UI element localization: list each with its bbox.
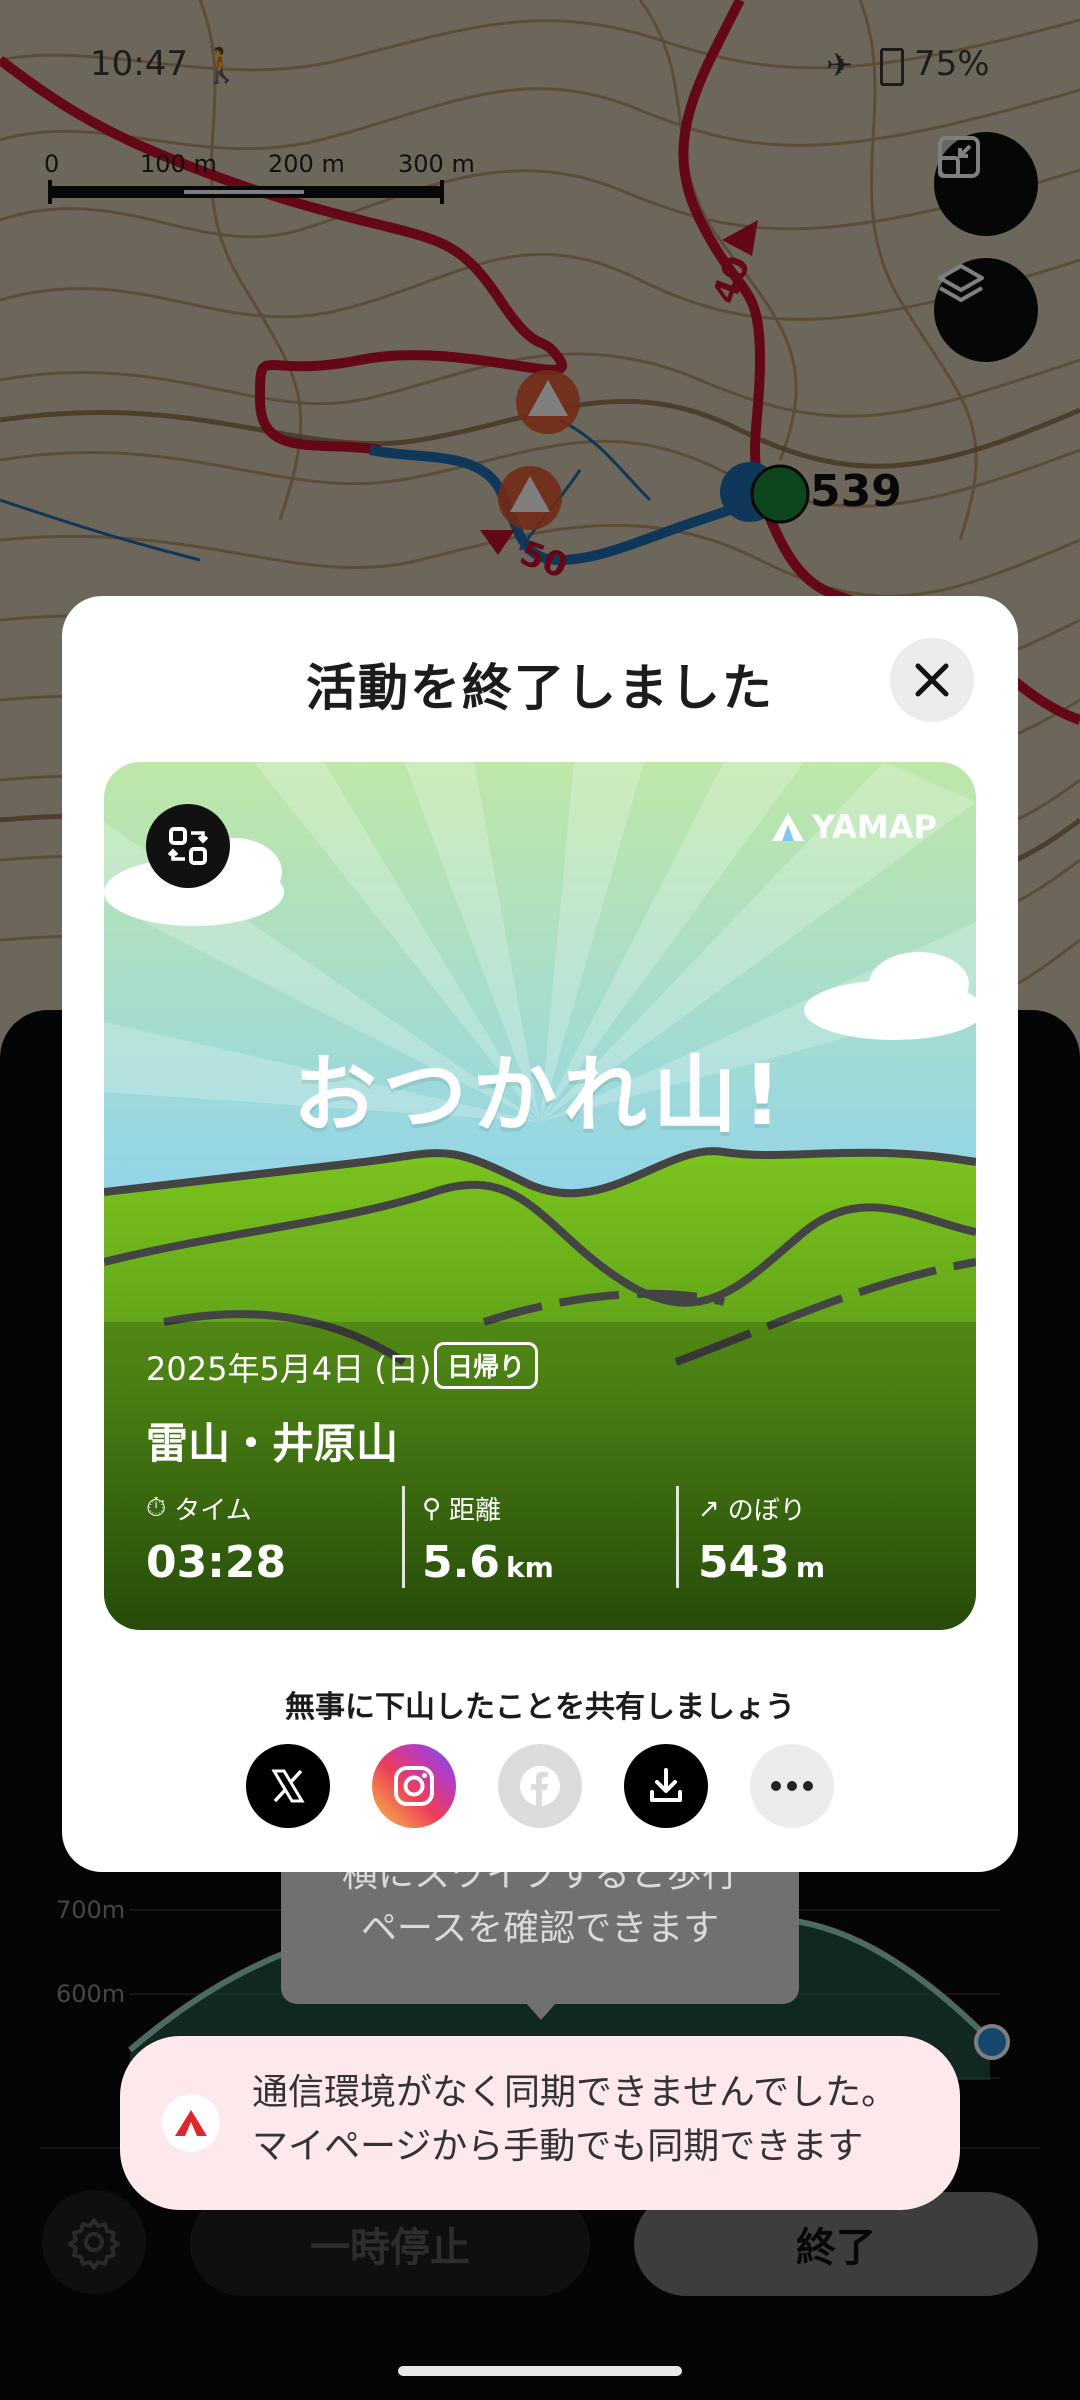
download-button[interactable]: [624, 1744, 708, 1828]
climb-stat: ↗ のぼり 543 m: [698, 1490, 826, 1589]
ascent-icon: ↗: [698, 1493, 720, 1524]
mountain-logo-icon: [175, 2110, 207, 2136]
climb-value: 543: [698, 1537, 790, 1588]
distance-unit: km: [505, 1551, 554, 1584]
mountain-name: 雷山・井原山: [146, 1419, 399, 1468]
activity-summary-card: YAMAP おつかれ山! 2025年5月4日 (日) 日帰り 雷山・井原山 ⏱ タ…: [104, 762, 976, 1630]
swap-icon: [167, 827, 209, 865]
share-instagram-button[interactable]: [372, 1744, 456, 1828]
tooltip-line-2: ペースを確認できます: [360, 1908, 720, 1949]
time-value: 03:28: [146, 1537, 287, 1588]
x-icon: [271, 1769, 305, 1803]
toast-line-1: 通信環境がなく同期できませんでした。: [252, 2072, 898, 2113]
card-headline: おつかれ山!: [292, 1046, 788, 1144]
distance-label: 距離: [449, 1496, 502, 1526]
share-prompt: 無事に下山したことを共有しましょう: [285, 1690, 795, 1725]
stat-divider: [402, 1486, 405, 1588]
home-indicator[interactable]: [398, 2366, 682, 2376]
activity-date: 2025年5月4日 (日): [146, 1350, 432, 1388]
toast-message: 通信環境がなく同期できませんでした。 マイページから手動でも同期できます: [252, 2066, 897, 2174]
climb-unit: m: [795, 1551, 826, 1584]
yamap-app-icon: [162, 2094, 220, 2152]
time-label: タイム: [174, 1496, 252, 1526]
dialog-title: 活動を終了しました: [306, 659, 774, 717]
share-facebook-button[interactable]: [498, 1744, 582, 1828]
close-button[interactable]: [890, 638, 974, 722]
yamap-mountain-icon: [772, 813, 804, 841]
distance-pin-icon: ⚲: [422, 1493, 442, 1524]
download-icon: [650, 1768, 682, 1802]
more-icon: [771, 1781, 813, 1791]
distance-value: 5.6: [422, 1537, 500, 1588]
yamap-logo: YAMAP: [770, 808, 937, 846]
distance-stat: ⚲ 距離 5.6 km: [422, 1490, 554, 1589]
stopwatch-icon: ⏱: [146, 1493, 167, 1523]
activity-finished-dialog: 活動を終了しました YAMAP おつかれ山! 2025年5月4日 (日) 日帰り…: [62, 596, 1018, 1872]
climb-label: のぼり: [727, 1496, 806, 1526]
close-icon: [915, 663, 949, 697]
switch-card-button[interactable]: [146, 804, 230, 888]
tooltip-arrow: [525, 2002, 557, 2020]
stat-divider: [676, 1486, 679, 1588]
share-x-button[interactable]: [246, 1744, 330, 1828]
day-trip-badge: 日帰り: [434, 1342, 539, 1389]
time-stat: ⏱ タイム 03:28: [146, 1490, 286, 1588]
facebook-icon: [520, 1766, 560, 1806]
toast-line-2: マイページから手動でも同期できます: [252, 2126, 864, 2167]
more-share-button[interactable]: [750, 1744, 834, 1828]
brand-name: YAMAP: [812, 808, 937, 846]
sync-error-toast: 通信環境がなく同期できませんでした。 マイページから手動でも同期できます: [120, 2036, 960, 2210]
instagram-icon: [394, 1766, 434, 1806]
